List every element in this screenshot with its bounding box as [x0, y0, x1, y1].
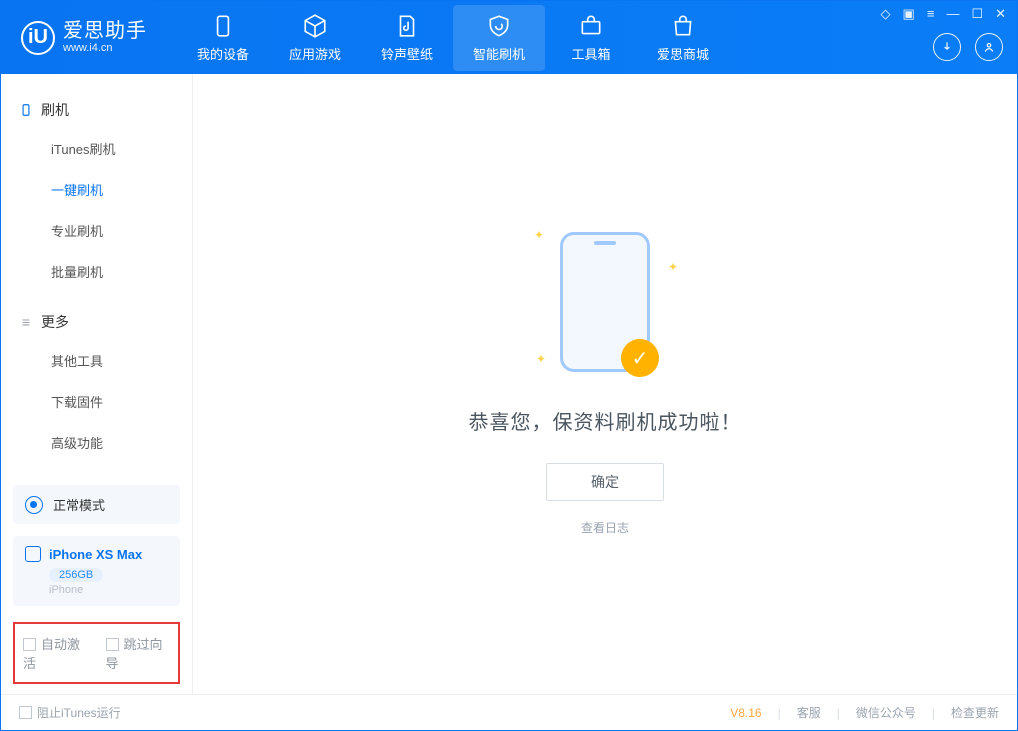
- sidebar-item-download-firmware[interactable]: 下载固件: [1, 381, 192, 422]
- group-title: 刷机: [41, 100, 69, 120]
- mode-card[interactable]: 正常模式: [13, 485, 180, 524]
- download-button[interactable]: [933, 33, 961, 61]
- checkbox-icon: [106, 638, 119, 651]
- tab-label: 应用游戏: [289, 44, 341, 63]
- check-badge-icon: ✓: [621, 339, 659, 377]
- music-file-icon: [394, 13, 420, 39]
- check-update-link[interactable]: 检查更新: [951, 704, 999, 721]
- device-name: iPhone XS Max: [49, 547, 142, 562]
- device-icon: [210, 13, 236, 39]
- maximize-button[interactable]: ☐: [971, 6, 983, 22]
- mode-label: 正常模式: [53, 495, 105, 514]
- sparkle-icon: ✦: [536, 352, 546, 366]
- brand-url: www.i4.cn: [63, 42, 147, 54]
- user-controls: [933, 33, 1003, 61]
- sidebar-item-batch-flash[interactable]: 批量刷机: [1, 251, 192, 292]
- footer: 阻止iTunes运行 V8.16 | 客服 | 微信公众号 | 检查更新: [1, 694, 1017, 730]
- tab-toolbox[interactable]: 工具箱: [545, 5, 637, 71]
- tab-ringtone[interactable]: 铃声壁纸: [361, 5, 453, 71]
- sidebar: 刷机 iTunes刷机 一键刷机 专业刷机 批量刷机 ≡ 更多 其他工具 下载固…: [1, 74, 193, 694]
- layout-icon[interactable]: ▣: [903, 6, 915, 22]
- brand-name: 爱思助手: [63, 20, 147, 42]
- title-bar: iU 爱思助手 www.i4.cn 我的设备 应用游戏 铃声壁纸 智能刷机 工具…: [1, 1, 1017, 74]
- sidebar-item-oneclick-flash[interactable]: 一键刷机: [1, 169, 192, 210]
- download-icon: [940, 40, 954, 54]
- tab-label: 铃声壁纸: [381, 44, 433, 63]
- close-button[interactable]: ✕: [995, 6, 1006, 22]
- success-message: 恭喜您，保资料刷机成功啦！: [469, 406, 742, 435]
- sparkle-icon: ✦: [668, 260, 678, 274]
- confirm-button[interactable]: 确定: [546, 463, 664, 501]
- sidebar-item-pro-flash[interactable]: 专业刷机: [1, 210, 192, 251]
- cube-icon: [302, 13, 328, 39]
- nav-tabs: 我的设备 应用游戏 铃声壁纸 智能刷机 工具箱 爱思商城: [177, 5, 729, 71]
- device-card[interactable]: iPhone XS Max 256GB iPhone: [13, 536, 180, 606]
- mode-icon: [25, 496, 43, 514]
- brand-text: 爱思助手 www.i4.cn: [63, 20, 147, 54]
- bag-icon: [670, 13, 696, 39]
- tab-my-device[interactable]: 我的设备: [177, 5, 269, 71]
- tab-store[interactable]: 爱思商城: [637, 5, 729, 71]
- tab-label: 工具箱: [571, 44, 610, 63]
- sparkle-icon: ✦: [534, 228, 544, 242]
- shirt-icon[interactable]: ◇: [881, 6, 891, 22]
- tab-label: 我的设备: [197, 44, 249, 63]
- logo-icon: iU: [21, 21, 55, 55]
- phone-icon: [19, 103, 33, 117]
- sidebar-group-more: ≡ 更多: [1, 304, 192, 340]
- body-area: 刷机 iTunes刷机 一键刷机 专业刷机 批量刷机 ≡ 更多 其他工具 下载固…: [1, 74, 1017, 694]
- sidebar-item-other-tools[interactable]: 其他工具: [1, 340, 192, 381]
- list-icon: ≡: [19, 315, 33, 329]
- minimize-button[interactable]: —: [946, 6, 959, 22]
- support-link[interactable]: 客服: [797, 704, 821, 721]
- device-type: iPhone: [49, 584, 168, 596]
- checkbox-block-itunes[interactable]: 阻止iTunes运行: [19, 704, 121, 721]
- version-label: V8.16: [730, 706, 761, 720]
- window-controls: ◇ ▣ ≡ — ☐ ✕: [881, 6, 1006, 22]
- tab-label: 智能刷机: [473, 44, 525, 63]
- device-capacity: 256GB: [49, 568, 103, 582]
- sidebar-group-flash: 刷机: [1, 92, 192, 128]
- account-button[interactable]: [975, 33, 1003, 61]
- checkbox-auto-activate[interactable]: 自动激活: [23, 634, 88, 672]
- checkbox-skip-guide[interactable]: 跳过向导: [106, 634, 171, 672]
- checkbox-icon: [23, 638, 36, 651]
- tab-flash[interactable]: 智能刷机: [453, 5, 545, 71]
- main-panel: ✓ ✦ ✦ ✦ 恭喜您，保资料刷机成功啦！ 确定 查看日志: [193, 74, 1017, 694]
- view-log-link[interactable]: 查看日志: [581, 519, 629, 536]
- tab-label: 爱思商城: [657, 44, 709, 63]
- sidebar-item-advanced[interactable]: 高级功能: [1, 422, 192, 463]
- shield-refresh-icon: [486, 13, 512, 39]
- user-icon: [982, 40, 996, 54]
- device-icon: [25, 546, 41, 562]
- toolbox-icon: [578, 13, 604, 39]
- menu-icon[interactable]: ≡: [927, 6, 935, 22]
- tab-apps[interactable]: 应用游戏: [269, 5, 361, 71]
- wechat-link[interactable]: 微信公众号: [856, 704, 916, 721]
- success-illustration: ✓ ✦ ✦ ✦: [560, 232, 650, 372]
- brand-logo[interactable]: iU 爱思助手 www.i4.cn: [21, 20, 147, 54]
- group-title: 更多: [41, 312, 69, 332]
- options-row: 自动激活 跳过向导: [13, 622, 180, 684]
- sidebar-item-itunes-flash[interactable]: iTunes刷机: [1, 128, 192, 169]
- phone-outline-icon: ✓: [560, 232, 650, 372]
- checkbox-icon: [19, 706, 32, 719]
